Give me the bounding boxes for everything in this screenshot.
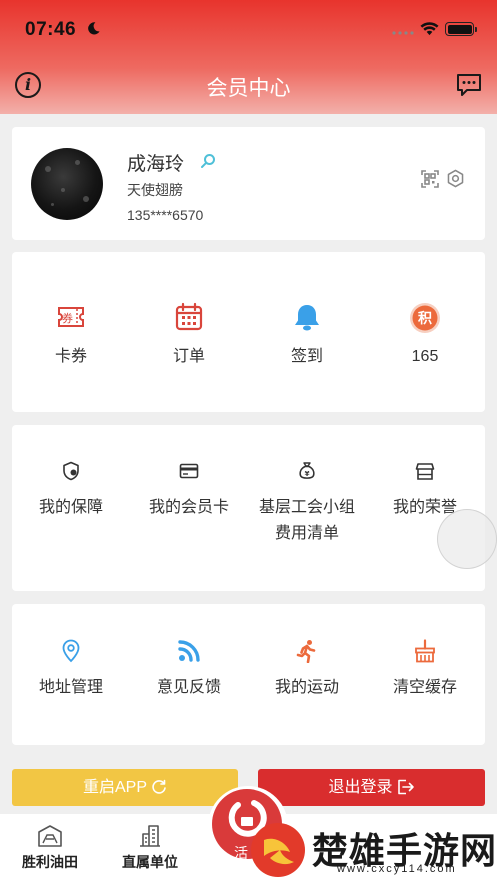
points-value: 165 [411, 348, 439, 365]
header: 07:46 i 会员中心 [0, 0, 497, 114]
user-phone: 135****6570 [127, 207, 204, 223]
menu-item-label-line2: 费用清单 [274, 525, 339, 542]
restart-app-label: 重启APP [82, 779, 148, 796]
rss-icon [178, 640, 200, 662]
shield-icon [63, 461, 79, 481]
coupon-icon: 券 [58, 307, 84, 327]
moon-icon [88, 22, 100, 35]
tab-units[interactable]: 直属单位 [118, 824, 182, 872]
refresh-icon [152, 779, 166, 794]
menu-item-label: 地址管理 [38, 679, 103, 696]
avatar[interactable] [31, 148, 103, 220]
quick-item-label: 签到 [290, 348, 323, 365]
menu-item-my-insurance[interactable]: 我的保障 [12, 461, 130, 521]
store-icon [415, 463, 435, 480]
points-icon: 积 [410, 303, 440, 333]
tab-oilfield[interactable]: 胜利油田 [20, 824, 80, 872]
card-icon [179, 463, 199, 479]
menu-item-label: 我的会员卡 [148, 499, 229, 516]
running-icon [296, 640, 316, 663]
menu-item-clear-cache[interactable]: 清空缓存 [366, 639, 484, 701]
quick-item-label: 订单 [172, 348, 205, 365]
menu-item-label: 清空缓存 [392, 679, 457, 696]
watermark-url: www.cxcy114.com [337, 863, 457, 875]
profile-card[interactable]: 成海玲 天使翅膀 135****6570 [12, 127, 485, 240]
tab-label: 胜利油田 [22, 854, 78, 870]
svg-text:券: 券 [62, 311, 73, 325]
quick-item-label: 卡券 [54, 348, 87, 365]
message-button[interactable] [456, 73, 482, 97]
wifi-icon [420, 22, 439, 36]
tab-label: 直属单位 [122, 854, 178, 870]
oilfield-icon [38, 825, 62, 847]
status-time: 07:46 [25, 19, 77, 40]
menu-item-feedback[interactable]: 意见反馈 [130, 639, 248, 701]
menu-item-label-line1: 基层工会小组 [258, 499, 355, 516]
battery-icon [445, 22, 474, 36]
calendar-icon [175, 302, 203, 331]
menu-item-member-card[interactable]: 我的会员卡 [130, 461, 248, 521]
floating-assistive-button[interactable] [437, 509, 497, 569]
status-bar: 07:46 [0, 0, 497, 58]
building-icon [140, 825, 160, 847]
menu-item-label: 我的运动 [274, 679, 339, 696]
search-icon[interactable] [200, 153, 216, 169]
quick-item-orders[interactable]: 订单 [130, 302, 248, 370]
broom-icon [415, 639, 435, 663]
restart-app-button[interactable]: 重启APP [12, 769, 238, 806]
svg-text:积: 积 [418, 310, 432, 327]
menu-item-label: 意见反馈 [156, 679, 221, 696]
svg-text:¥: ¥ [305, 470, 310, 478]
menu-item-sports[interactable]: 我的运动 [248, 639, 366, 701]
logout-icon [397, 779, 414, 795]
bell-icon [295, 305, 319, 331]
gear-icon[interactable] [446, 169, 465, 188]
money-bag-icon: ¥ [299, 462, 315, 479]
quick-actions-card: 券 卡券 订单 签到 积 165 [12, 252, 485, 412]
user-name: 成海玲 [127, 154, 185, 175]
quick-item-checkin[interactable]: 签到 [248, 302, 366, 370]
menu-item-label: 我的保障 [38, 499, 103, 516]
menu-item-union-expenses[interactable]: ¥ 基层工会小组 费用清单 [248, 461, 366, 547]
qr-code-icon[interactable] [421, 170, 439, 188]
logout-button[interactable]: 退出登录 [258, 769, 485, 806]
logout-label: 退出登录 [328, 779, 393, 796]
services-menu-card: 我的保障 我的会员卡 ¥ 基层工会小组 费用清单 我的荣誉 [12, 425, 485, 591]
quick-item-coupons[interactable]: 券 卡券 [12, 302, 130, 370]
quick-item-points[interactable]: 积 165 [366, 302, 484, 370]
user-title: 天使翅膀 [127, 182, 183, 198]
location-icon [62, 639, 80, 663]
tools-menu-card: 地址管理 意见反馈 我的运动 清空缓存 [12, 604, 485, 745]
page-title: 会员中心 [206, 77, 291, 100]
signal-icon [392, 31, 414, 35]
center-tab-label: 活 [234, 845, 248, 861]
menu-item-address[interactable]: 地址管理 [12, 639, 130, 701]
